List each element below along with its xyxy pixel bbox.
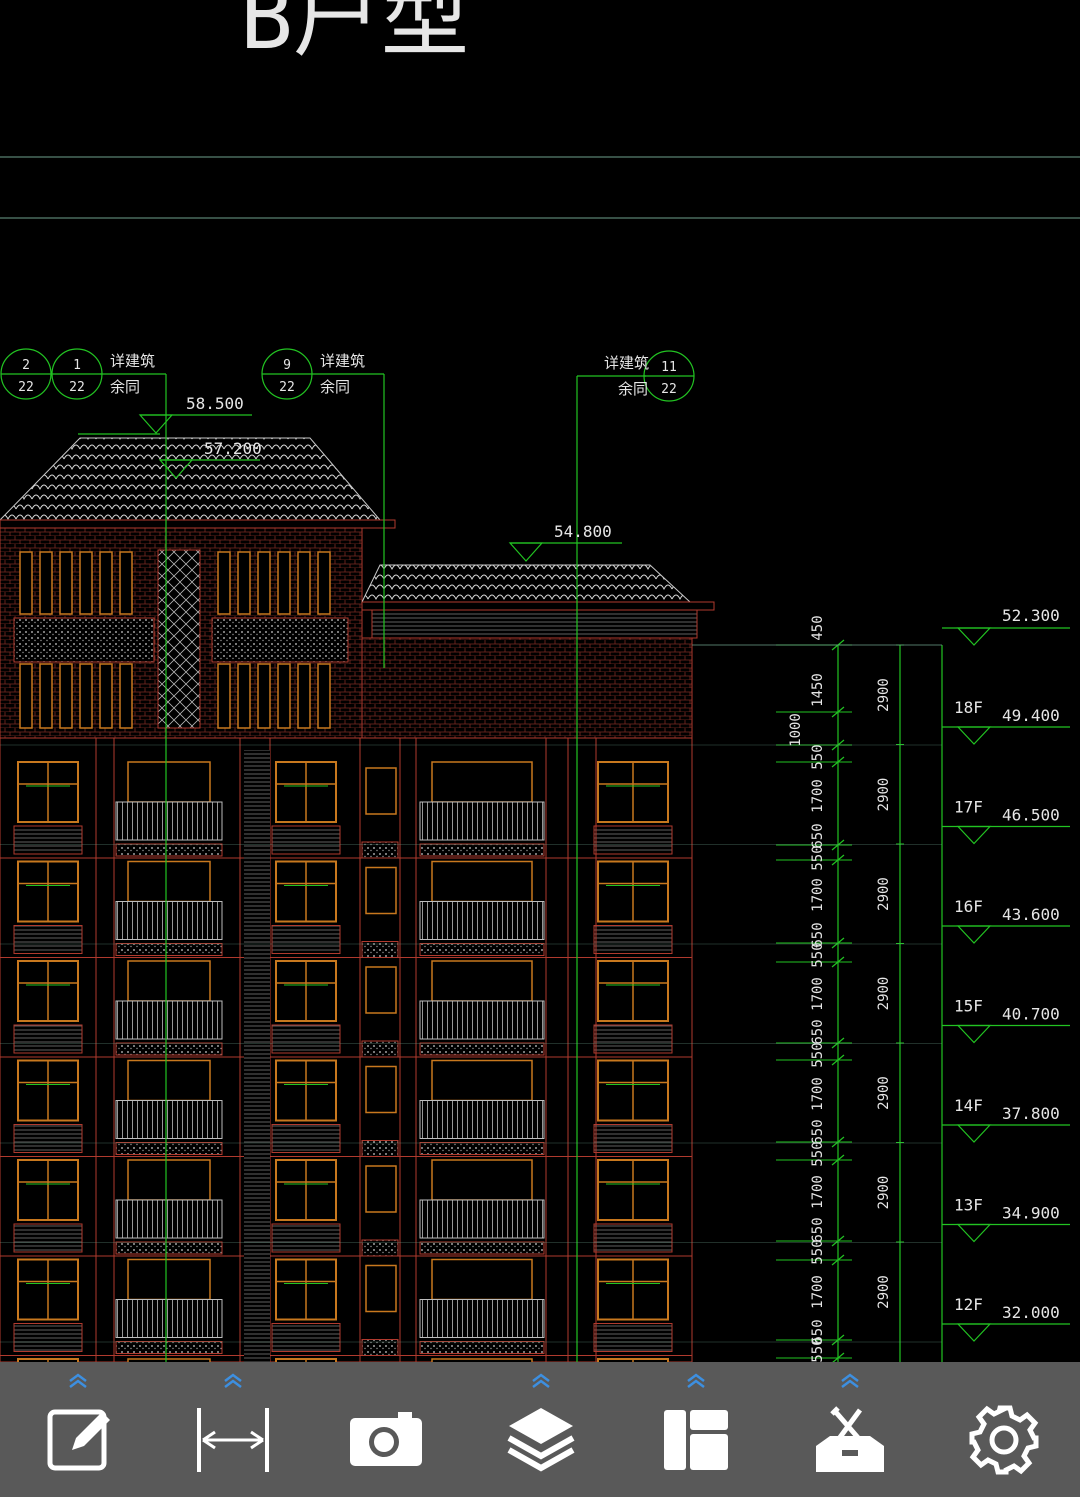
camera-icon <box>350 1412 422 1466</box>
callout-note: 详建筑 <box>320 352 365 370</box>
dimension-value: 1700 <box>810 977 826 1011</box>
callout-note: 余同 <box>618 380 648 398</box>
dimension-value: 550 <box>810 845 826 870</box>
drawing-title: B户型 <box>240 0 469 69</box>
callout-note: 余同 <box>320 378 350 396</box>
floor-label: 14F <box>954 1096 983 1115</box>
floor-label: 18F <box>954 698 983 717</box>
dimension-value: 550 <box>810 1141 826 1166</box>
floor-label: 15F <box>954 997 983 1016</box>
callout-note: 详建筑 <box>604 354 649 372</box>
dimension-value: 650 <box>810 823 826 848</box>
floor-elevation: 46.500 <box>1002 806 1060 825</box>
dimension-value: 650 <box>810 1019 826 1044</box>
measure-icon <box>197 1408 269 1472</box>
dimension-value: 650 <box>810 1119 826 1144</box>
dimension-value: 650 <box>810 1217 826 1242</box>
floor-height-dimension: 2900 <box>876 1076 892 1110</box>
layers-tool-button[interactable] <box>481 1362 601 1497</box>
callout-note: 余同 <box>110 378 140 396</box>
layout-icon <box>664 1410 728 1470</box>
measure-tool-button[interactable] <box>173 1362 293 1497</box>
chevron-up-icon[interactable] <box>529 1372 553 1388</box>
dimension-value: 1450 <box>810 673 826 707</box>
dimension-value: 550 <box>810 942 826 967</box>
layers-icon <box>507 1408 575 1472</box>
floor-elevation: 32.000 <box>1002 1303 1060 1322</box>
toolbox-tool-button[interactable] <box>790 1362 910 1497</box>
dimension-value: 550 <box>810 1042 826 1067</box>
dimension-value: 1000 <box>788 713 804 747</box>
floor-height-dimension: 2900 <box>876 977 892 1011</box>
callout-sheet: 22 <box>661 382 677 397</box>
floor-label: 13F <box>954 1196 983 1215</box>
callout-sheet: 22 <box>69 380 85 395</box>
dimension-value: 1700 <box>810 878 826 912</box>
floor-label: 16F <box>954 897 983 916</box>
settings-tool-button[interactable] <box>944 1362 1064 1497</box>
top-elevation: 52.300 <box>1002 606 1060 625</box>
dimension-value: 1700 <box>810 1175 826 1209</box>
building-elevation <box>0 437 715 1362</box>
floor-elevation: 37.800 <box>1002 1104 1060 1123</box>
dimension-value: 550 <box>810 1337 826 1362</box>
floor-height-dimension: 2900 <box>876 778 892 812</box>
dimension-value: 550 <box>810 1239 826 1264</box>
layout-tool-button[interactable] <box>636 1362 756 1497</box>
bottom-toolbar <box>0 1362 1080 1497</box>
floor-label: 12F <box>954 1295 983 1314</box>
roof-elevation: 57.200 <box>204 439 262 458</box>
callout-sheet: 22 <box>279 380 295 395</box>
floor-height-dimension: 2900 <box>876 877 892 911</box>
dimension-value: 550 <box>810 744 826 769</box>
edit-tool-button[interactable] <box>18 1362 138 1497</box>
floor-height-dimension: 2900 <box>876 1275 892 1309</box>
floor-height-dimension: 2900 <box>876 1176 892 1210</box>
dimension-chain: 4501450100055017006505501700650550170065… <box>776 615 943 1362</box>
floor-height-dimension: 2900 <box>876 678 892 712</box>
floor-elevation: 43.600 <box>1002 905 1060 924</box>
callout-number: 1 <box>73 358 81 373</box>
chevron-up-icon[interactable] <box>221 1372 245 1388</box>
floor-label: 17F <box>954 798 983 817</box>
edit-icon <box>47 1409 110 1471</box>
roof-elevation: 54.800 <box>554 522 612 541</box>
toolbox-icon <box>816 1406 884 1472</box>
callout-number: 11 <box>661 360 677 375</box>
camera-tool-button[interactable] <box>326 1362 446 1497</box>
callout-sheet: 22 <box>18 380 34 395</box>
drawing-canvas[interactable]: B户型 2 22 1 22 9 22 11 22 详建筑 余同 详建筑 余同 详… <box>0 0 1080 1362</box>
callout-number: 2 <box>22 358 30 373</box>
callout-note: 详建筑 <box>110 352 155 370</box>
floor-elevation: 49.400 <box>1002 706 1060 725</box>
callout-number: 9 <box>283 358 291 373</box>
chevron-up-icon[interactable] <box>838 1372 862 1388</box>
dimension-value: 450 <box>810 615 826 640</box>
dimension-value: 1700 <box>810 1275 826 1309</box>
chevron-up-icon[interactable] <box>684 1372 708 1388</box>
settings-icon <box>969 1405 1039 1475</box>
floor-elevation: 40.700 <box>1002 1005 1060 1024</box>
floor-elevation: 34.900 <box>1002 1204 1060 1223</box>
chevron-up-icon[interactable] <box>66 1372 90 1388</box>
dimension-value: 1700 <box>810 779 826 813</box>
roof-elevation: 58.500 <box>186 394 244 413</box>
dimension-value: 1700 <box>810 1077 826 1111</box>
